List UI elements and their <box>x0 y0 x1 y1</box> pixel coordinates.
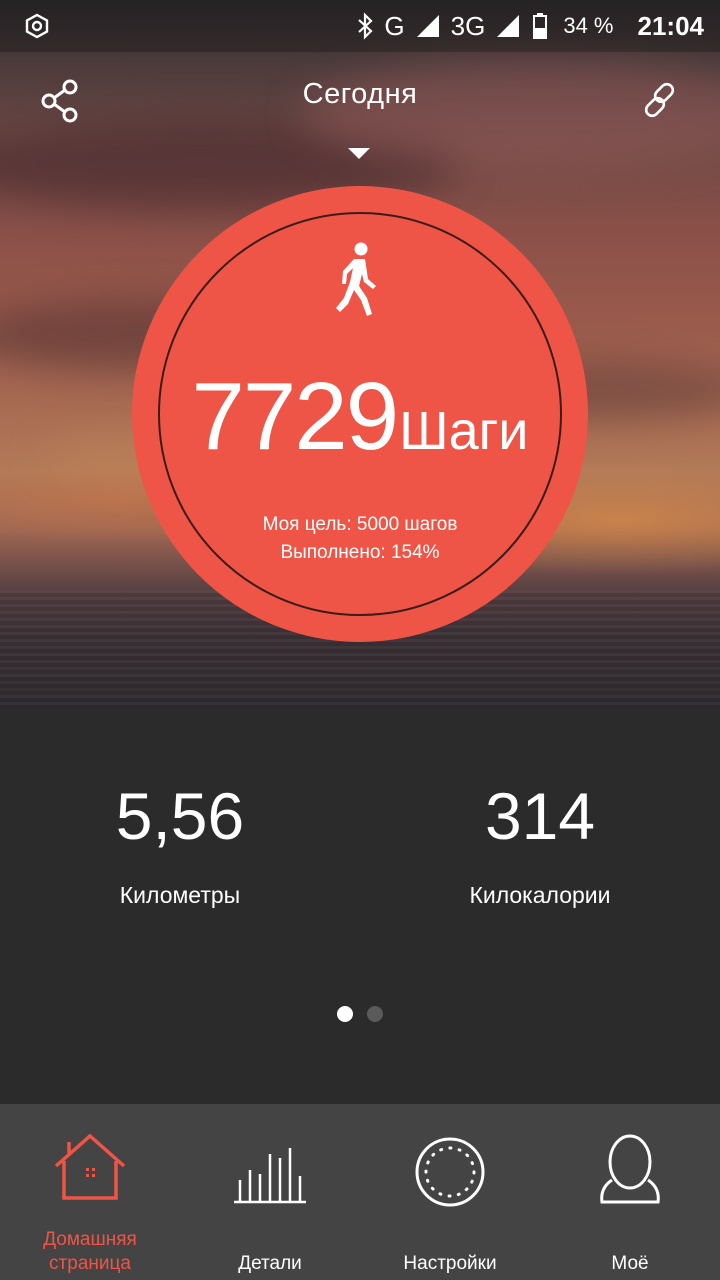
walking-person-icon <box>336 242 376 316</box>
nav-label-details: Детали <box>238 1253 302 1274</box>
hero-background: G 3G 34 % 21:04 Сегодня 7729Шаги Моя цел… <box>0 0 720 708</box>
stats-panel[interactable]: 5,56 Километры 314 Килокалории <box>0 708 720 1104</box>
page-dot-1[interactable] <box>337 1006 353 1022</box>
steps-unit: Шаги <box>399 401 529 461</box>
page-title[interactable]: Сегодня <box>0 78 720 111</box>
steps-value: 7729 <box>191 363 400 470</box>
status-bar: G 3G 34 % 21:04 <box>0 0 720 52</box>
nav-item-details[interactable]: Детали <box>180 1104 360 1280</box>
network-3g-label: 3G <box>450 10 486 41</box>
distance-value: 5,56 <box>115 779 245 853</box>
calories-label: Килокалории <box>469 882 611 908</box>
bar-chart-icon <box>234 1148 306 1204</box>
battery-percent: 34 % <box>563 13 614 38</box>
home-icon <box>54 1133 126 1200</box>
steps-circle: 7729Шаги Моя цель: 5000 шагов Выполнено:… <box>132 186 588 642</box>
date-dropdown-caret-icon[interactable] <box>348 148 370 159</box>
nav-label-home: Домашняя страница <box>43 1229 137 1274</box>
completed-text: Выполнено: 154% <box>280 542 440 563</box>
bottom-nav: Домашняя страница Детали Настройки Моё <box>0 1104 720 1280</box>
distance-label: Километры <box>119 882 241 908</box>
page-indicator <box>0 1006 720 1022</box>
page-dot-2[interactable] <box>367 1006 383 1022</box>
settings-ring-icon <box>415 1137 485 1207</box>
nav-item-home[interactable]: Домашняя страница <box>0 1104 180 1280</box>
nav-label-settings: Настройки <box>403 1253 497 1274</box>
battery-icon <box>533 13 548 39</box>
bluetooth-icon <box>358 12 374 40</box>
goal-text: Моя цель: 5000 шагов <box>262 514 458 535</box>
calories-value: 314 <box>484 779 596 853</box>
profile-icon <box>600 1134 660 1204</box>
notification-icon <box>25 13 49 39</box>
nav-label-profile: Моё <box>611 1253 649 1274</box>
nav-item-settings[interactable]: Настройки <box>360 1104 540 1280</box>
nav-item-profile[interactable]: Моё <box>540 1104 720 1280</box>
steps-readout: 7729Шаги <box>132 362 588 472</box>
network-g-label: G <box>384 10 405 41</box>
link-icon[interactable] <box>640 80 680 120</box>
clock: 21:04 <box>637 10 705 41</box>
signal-icon-2 <box>497 15 520 37</box>
signal-icon <box>416 15 439 37</box>
